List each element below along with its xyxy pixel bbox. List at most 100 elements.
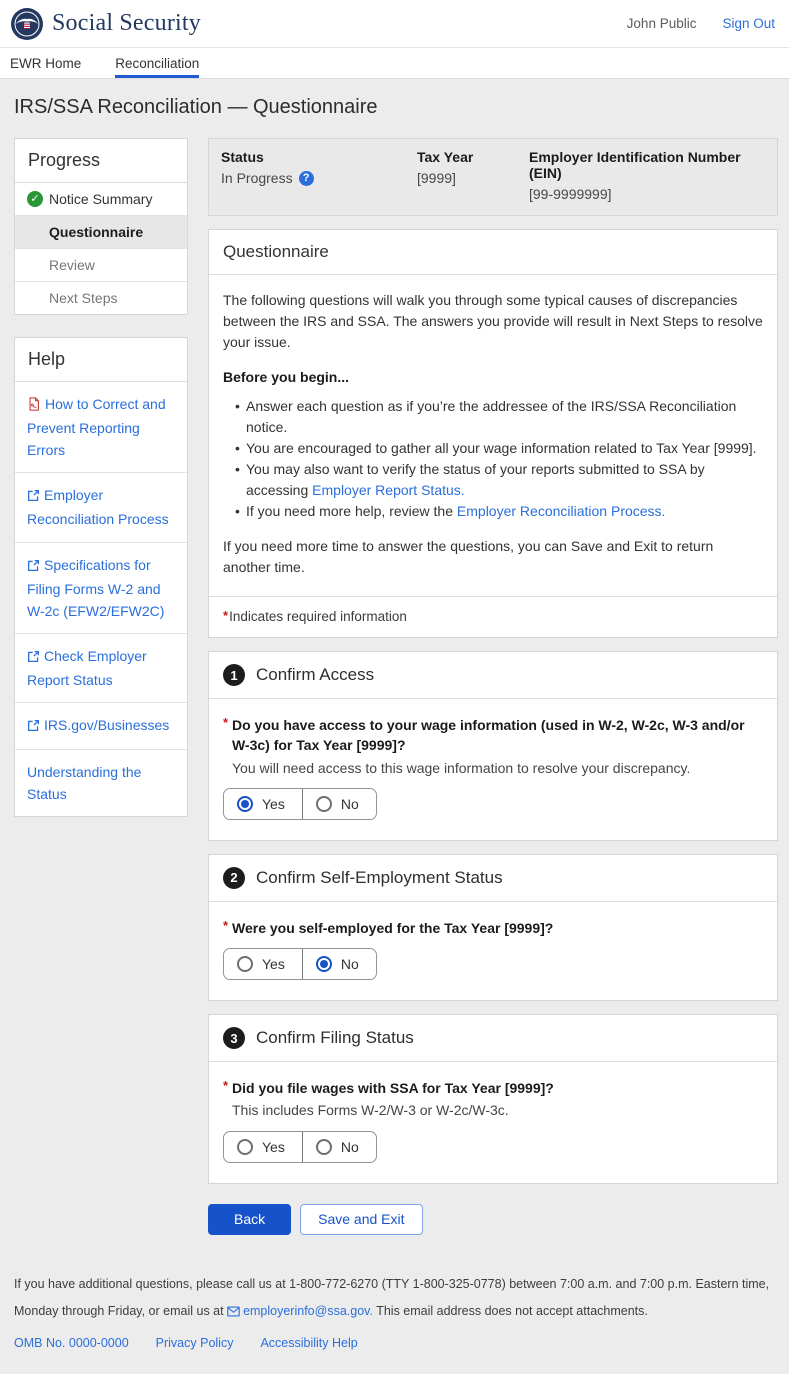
help-link-label: Understanding the Status bbox=[27, 764, 141, 802]
step-number-badge: 3 bbox=[223, 1027, 245, 1049]
step-number-badge: 2 bbox=[223, 867, 245, 889]
help-link-efw2-specs[interactable]: Specifications for Filing Forms W-2 and … bbox=[15, 543, 187, 634]
help-link-label: Check Employer Report Status bbox=[27, 648, 147, 688]
no-radio-option[interactable]: No bbox=[302, 789, 376, 819]
nav-item-reconciliation[interactable]: Reconciliation bbox=[115, 48, 199, 78]
radio-button-icon bbox=[237, 796, 253, 812]
user-name: John Public bbox=[627, 16, 697, 31]
status-label: Status bbox=[221, 149, 417, 165]
list-item: Answer each question as if you’re the ad… bbox=[235, 396, 763, 438]
section-confirm-self-employment: 2 Confirm Self-Employment Status *Were y… bbox=[208, 854, 778, 1001]
accessibility-help-link[interactable]: Accessibility Help bbox=[260, 1330, 357, 1357]
ssa-seal-icon bbox=[10, 7, 44, 41]
ein-label: Employer Identification Number (EIN) bbox=[529, 149, 765, 181]
help-link-reconciliation-process[interactable]: Employer Reconciliation Process bbox=[15, 473, 187, 542]
question-text: *Do you have access to your wage informa… bbox=[223, 715, 763, 756]
section-title: Confirm Self-Employment Status bbox=[256, 868, 503, 888]
help-link-label: Specifications for Filing Forms W-2 and … bbox=[27, 557, 164, 619]
page-title: IRS/SSA Reconciliation — Questionnaire bbox=[14, 96, 778, 119]
progress-step-next-steps: ✓ Next Steps bbox=[15, 282, 187, 314]
section-title: Confirm Access bbox=[256, 665, 374, 685]
page-footer: If you have additional questions, please… bbox=[14, 1271, 778, 1357]
primary-nav: EWR Home Reconciliation bbox=[0, 48, 789, 79]
questionnaire-intro: The following questions will walk you th… bbox=[223, 290, 763, 353]
tax-year-value: [9999] bbox=[417, 170, 456, 186]
progress-step-notice-summary[interactable]: ✓ Notice Summary bbox=[15, 183, 187, 216]
help-link-understanding-status[interactable]: Understanding the Status bbox=[15, 750, 187, 816]
nav-item-ewr-home[interactable]: EWR Home bbox=[10, 48, 81, 78]
before-you-begin-heading: Before you begin... bbox=[223, 367, 763, 388]
brand-title: Social Security bbox=[52, 10, 201, 37]
questionnaire-panel: Questionnaire The following questions wi… bbox=[208, 229, 778, 638]
required-info-note: *Indicates required information bbox=[209, 596, 777, 637]
radio-button-icon bbox=[316, 1139, 332, 1155]
progress-step-label: Notice Summary bbox=[49, 191, 152, 207]
step-number-badge: 1 bbox=[223, 664, 245, 686]
list-item: If you need more help, review the Employ… bbox=[235, 501, 763, 522]
yes-no-radio-group: Yes No bbox=[223, 948, 377, 980]
yes-no-radio-group: Yes No bbox=[223, 1131, 377, 1163]
help-panel: Help How to Correct and Prevent Reportin… bbox=[14, 337, 188, 817]
help-link-irs-gov[interactable]: IRS.gov/Businesses bbox=[15, 703, 187, 750]
question-hint: You will need access to this wage inform… bbox=[223, 758, 763, 778]
radio-button-icon bbox=[237, 1139, 253, 1155]
external-link-icon bbox=[27, 489, 40, 505]
top-header: Social Security John Public Sign Out bbox=[0, 0, 789, 48]
help-link-label: How to Correct and Prevent Reporting Err… bbox=[27, 396, 166, 458]
action-buttons: Back Save and Exit bbox=[208, 1204, 778, 1235]
questionnaire-panel-title: Questionnaire bbox=[209, 230, 777, 275]
yes-no-radio-group: Yes No bbox=[223, 788, 377, 820]
progress-step-label: Review bbox=[49, 257, 95, 273]
before-you-begin-list: Answer each question as if you’re the ad… bbox=[235, 396, 763, 522]
progress-step-label: Next Steps bbox=[49, 290, 117, 306]
question-text: *Did you file wages with SSA for Tax Yea… bbox=[223, 1078, 763, 1098]
section-title: Confirm Filing Status bbox=[256, 1028, 414, 1048]
radio-button-icon bbox=[316, 956, 332, 972]
omb-number-link[interactable]: OMB No. 0000-0000 bbox=[14, 1330, 129, 1357]
back-button[interactable]: Back bbox=[208, 1204, 291, 1235]
privacy-policy-link[interactable]: Privacy Policy bbox=[156, 1330, 234, 1357]
no-radio-option[interactable]: No bbox=[302, 949, 376, 979]
help-link-reporting-errors[interactable]: How to Correct and Prevent Reporting Err… bbox=[15, 382, 187, 473]
question-hint: This includes Forms W-2/W-3 or W-2c/W-3c… bbox=[223, 1100, 763, 1120]
help-panel-title: Help bbox=[15, 338, 187, 382]
required-asterisk: * bbox=[223, 919, 228, 932]
section-confirm-access: 1 Confirm Access *Do you have access to … bbox=[208, 651, 778, 841]
ein-value: [99-9999999] bbox=[529, 186, 612, 202]
progress-panel-title: Progress bbox=[15, 139, 187, 183]
yes-radio-option[interactable]: Yes bbox=[224, 1132, 302, 1162]
footer-contact-text: If you have additional questions, please… bbox=[14, 1271, 776, 1327]
save-exit-note: If you need more time to answer the ques… bbox=[223, 536, 763, 578]
yes-radio-option[interactable]: Yes bbox=[224, 789, 302, 819]
progress-step-label: Questionnaire bbox=[49, 224, 143, 240]
help-link-label: Employer Reconciliation Process bbox=[27, 487, 169, 527]
help-link-check-report-status[interactable]: Check Employer Report Status bbox=[15, 634, 187, 703]
radio-button-icon bbox=[316, 796, 332, 812]
list-item: You may also want to verify the status o… bbox=[235, 459, 763, 501]
tax-year-label: Tax Year bbox=[417, 149, 529, 165]
sign-out-link[interactable]: Sign Out bbox=[722, 16, 775, 31]
required-asterisk: * bbox=[223, 608, 228, 623]
page-background: IRS/SSA Reconciliation — Questionnaire P… bbox=[0, 79, 789, 1374]
sidebar: Progress ✓ Notice Summary ✓ Questionnair… bbox=[14, 138, 188, 817]
employer-reconciliation-process-link[interactable]: Employer Reconciliation Process. bbox=[457, 503, 666, 519]
question-text: *Were you self-employed for the Tax Year… bbox=[223, 918, 763, 938]
section-confirm-filing-status: 3 Confirm Filing Status *Did you file wa… bbox=[208, 1014, 778, 1184]
yes-radio-option[interactable]: Yes bbox=[224, 949, 302, 979]
list-item: You are encouraged to gather all your wa… bbox=[235, 438, 763, 459]
pdf-icon bbox=[27, 398, 41, 414]
external-link-icon bbox=[27, 559, 40, 575]
status-help-icon[interactable]: ? bbox=[299, 171, 314, 186]
required-asterisk: * bbox=[223, 716, 228, 729]
external-link-icon bbox=[27, 650, 40, 666]
no-radio-option[interactable]: No bbox=[302, 1132, 376, 1162]
radio-button-icon bbox=[237, 956, 253, 972]
email-link[interactable]: employerinfo@ssa.gov. bbox=[243, 1304, 373, 1318]
employer-report-status-link[interactable]: Employer Report Status. bbox=[312, 482, 465, 498]
status-bar: Status In Progress ? Tax Year [9999] Emp… bbox=[208, 138, 778, 216]
save-and-exit-button[interactable]: Save and Exit bbox=[300, 1204, 422, 1235]
main-content: Status In Progress ? Tax Year [9999] Emp… bbox=[208, 138, 778, 1235]
progress-step-questionnaire[interactable]: ✓ Questionnaire bbox=[15, 216, 187, 249]
envelope-icon bbox=[227, 1306, 240, 1320]
external-link-icon bbox=[27, 719, 40, 735]
